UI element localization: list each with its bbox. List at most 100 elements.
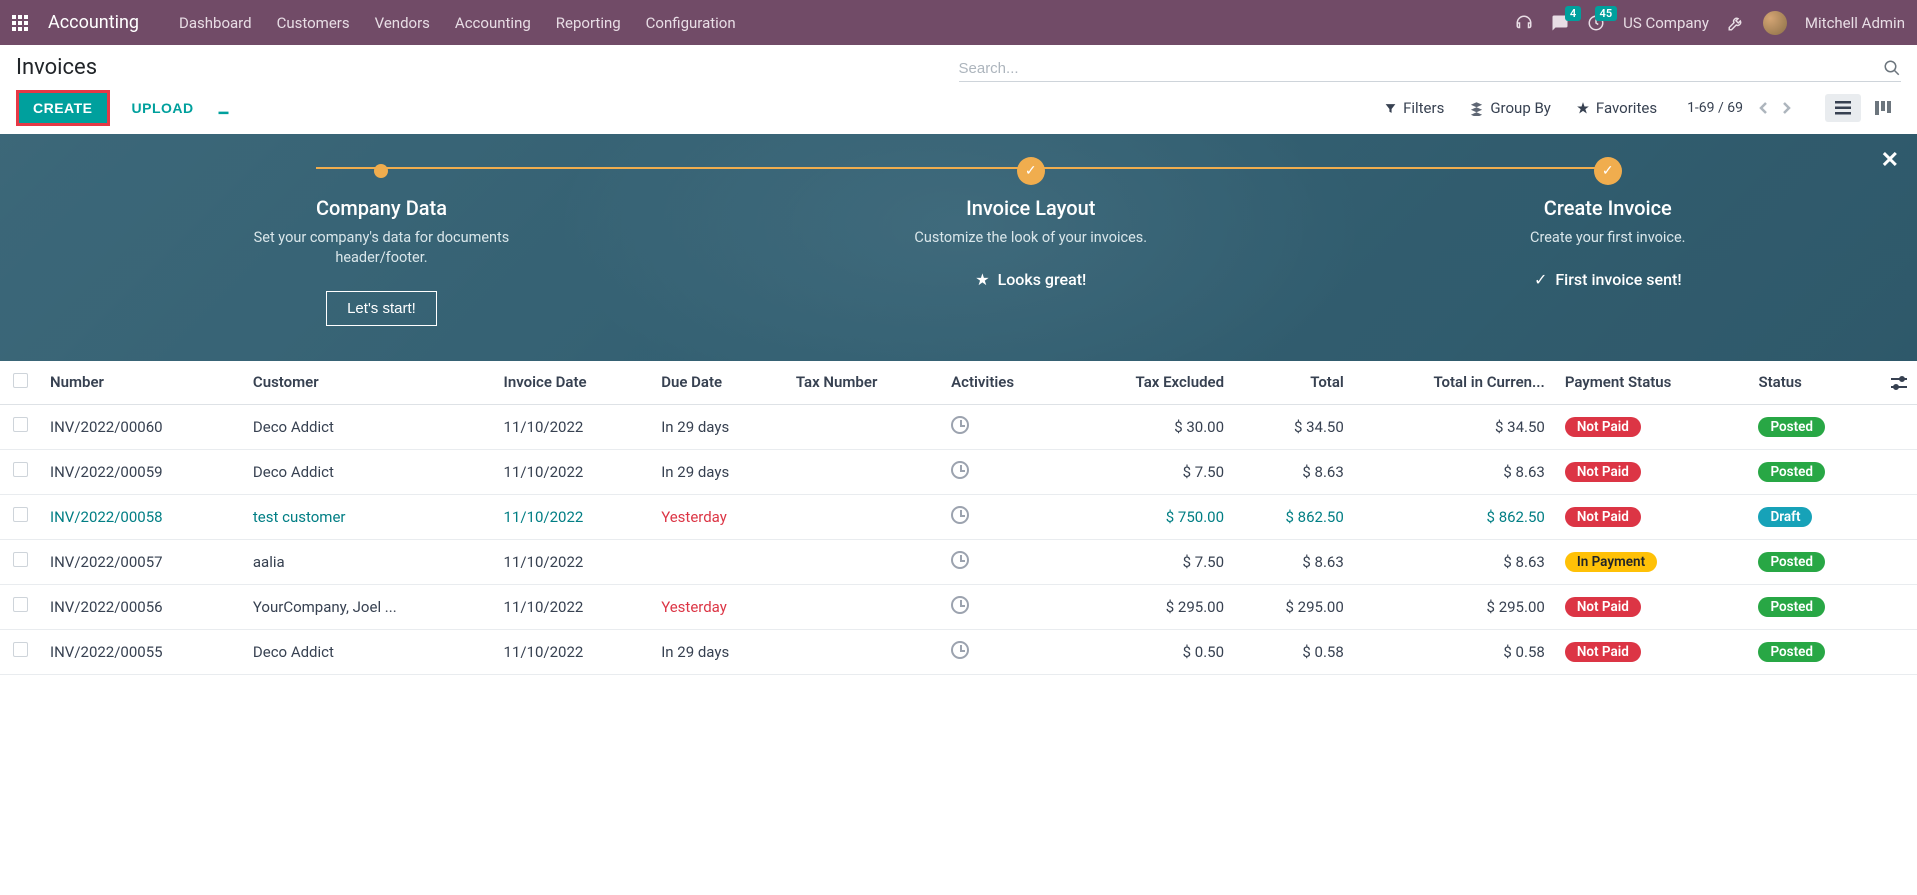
cell-payment-status[interactable]: Not Paid	[1555, 404, 1749, 449]
cell-tax-excluded[interactable]: $ 30.00	[1068, 404, 1234, 449]
cell-tax-number[interactable]	[786, 449, 941, 494]
th-number[interactable]: Number	[40, 361, 243, 405]
nav-reporting[interactable]: Reporting	[556, 14, 621, 32]
download-icon[interactable]	[216, 100, 231, 116]
cell-number[interactable]: INV/2022/00056	[40, 584, 243, 629]
activity-clock-icon[interactable]: 45	[1587, 14, 1605, 32]
cell-total[interactable]: $ 862.50	[1234, 494, 1354, 539]
cell-tax-excluded[interactable]: $ 0.50	[1068, 629, 1234, 674]
cell-tax-number[interactable]	[786, 584, 941, 629]
search-box[interactable]	[959, 55, 1902, 82]
th-customer[interactable]: Customer	[243, 361, 494, 405]
cell-activities[interactable]	[941, 494, 1068, 539]
close-icon[interactable]: ✕	[1881, 148, 1899, 173]
cell-total-currency[interactable]: $ 0.58	[1354, 629, 1555, 674]
row-checkbox[interactable]	[13, 462, 28, 477]
kanban-view-icon[interactable]	[1865, 94, 1901, 122]
create-button[interactable]: CREATE	[19, 93, 107, 123]
cell-due-date[interactable]: Yesterday	[651, 494, 786, 539]
headset-icon[interactable]	[1515, 14, 1533, 32]
cell-number[interactable]: INV/2022/00057	[40, 539, 243, 584]
search-icon[interactable]	[1883, 59, 1901, 77]
cell-invoice-date[interactable]: 11/10/2022	[494, 404, 652, 449]
cell-total[interactable]: $ 34.50	[1234, 404, 1354, 449]
cell-activities[interactable]	[941, 629, 1068, 674]
row-checkbox[interactable]	[13, 597, 28, 612]
cell-payment-status[interactable]: Not Paid	[1555, 584, 1749, 629]
cell-payment-status[interactable]: Not Paid	[1555, 449, 1749, 494]
clock-icon[interactable]	[951, 641, 969, 659]
clock-icon[interactable]	[951, 551, 969, 569]
cell-activities[interactable]	[941, 404, 1068, 449]
cell-number[interactable]: INV/2022/00060	[40, 404, 243, 449]
cell-tax-number[interactable]	[786, 539, 941, 584]
cell-total[interactable]: $ 8.63	[1234, 449, 1354, 494]
cell-customer[interactable]: Deco Addict	[243, 629, 494, 674]
wrench-icon[interactable]	[1727, 14, 1745, 32]
cell-invoice-date[interactable]: 11/10/2022	[494, 494, 652, 539]
row-checkbox[interactable]	[13, 507, 28, 522]
cell-status[interactable]: Draft	[1748, 494, 1881, 539]
upload-button[interactable]: UPLOAD	[122, 93, 204, 123]
cell-activities[interactable]	[941, 584, 1068, 629]
cell-tax-number[interactable]	[786, 629, 941, 674]
cell-tax-excluded[interactable]: $ 7.50	[1068, 449, 1234, 494]
table-row[interactable]: INV/2022/00059 Deco Addict 11/10/2022 In…	[0, 449, 1917, 494]
cell-customer[interactable]: test customer	[243, 494, 494, 539]
groupby-button[interactable]: Group By	[1469, 99, 1551, 117]
filters-button[interactable]: Filters	[1384, 99, 1444, 117]
lets-start-button[interactable]: Let's start!	[326, 291, 437, 326]
clock-icon[interactable]	[951, 461, 969, 479]
th-payment-status[interactable]: Payment Status	[1555, 361, 1749, 405]
company-selector[interactable]: US Company	[1623, 14, 1709, 32]
cell-total-currency[interactable]: $ 8.63	[1354, 539, 1555, 584]
clock-icon[interactable]	[951, 596, 969, 614]
sliders-icon[interactable]	[1891, 373, 1907, 391]
cell-activities[interactable]	[941, 539, 1068, 584]
cell-number[interactable]: INV/2022/00058	[40, 494, 243, 539]
cell-status[interactable]: Posted	[1748, 629, 1881, 674]
cell-total[interactable]: $ 8.63	[1234, 539, 1354, 584]
cell-customer[interactable]: Deco Addict	[243, 404, 494, 449]
cell-total-currency[interactable]: $ 34.50	[1354, 404, 1555, 449]
cell-tax-excluded[interactable]: $ 295.00	[1068, 584, 1234, 629]
cell-total[interactable]: $ 0.58	[1234, 629, 1354, 674]
clock-icon[interactable]	[951, 416, 969, 434]
table-row[interactable]: INV/2022/00058 test customer 11/10/2022 …	[0, 494, 1917, 539]
cell-invoice-date[interactable]: 11/10/2022	[494, 539, 652, 584]
cell-status[interactable]: Posted	[1748, 584, 1881, 629]
cell-tax-excluded[interactable]: $ 750.00	[1068, 494, 1234, 539]
cell-status[interactable]: Posted	[1748, 449, 1881, 494]
cell-tax-number[interactable]	[786, 404, 941, 449]
cell-tax-number[interactable]	[786, 494, 941, 539]
nav-accounting[interactable]: Accounting	[455, 14, 531, 32]
cell-due-date[interactable]: In 29 days	[651, 629, 786, 674]
cell-total[interactable]: $ 295.00	[1234, 584, 1354, 629]
nav-configuration[interactable]: Configuration	[646, 14, 736, 32]
th-due-date[interactable]: Due Date	[651, 361, 786, 405]
th-invoice-date[interactable]: Invoice Date	[494, 361, 652, 405]
cell-total-currency[interactable]: $ 295.00	[1354, 584, 1555, 629]
apps-icon[interactable]	[12, 15, 28, 31]
cell-customer[interactable]: YourCompany, Joel ...	[243, 584, 494, 629]
favorites-button[interactable]: Favorites	[1576, 99, 1657, 117]
row-checkbox[interactable]	[13, 552, 28, 567]
cell-due-date[interactable]: In 29 days	[651, 404, 786, 449]
cell-due-date[interactable]: Yesterday	[651, 584, 786, 629]
cell-total-currency[interactable]: $ 8.63	[1354, 449, 1555, 494]
pager-prev-icon[interactable]	[1755, 96, 1773, 120]
avatar[interactable]	[1763, 11, 1787, 35]
cell-number[interactable]: INV/2022/00059	[40, 449, 243, 494]
select-all-checkbox[interactable]	[13, 373, 28, 388]
cell-invoice-date[interactable]: 11/10/2022	[494, 449, 652, 494]
th-activities[interactable]: Activities	[941, 361, 1068, 405]
list-view-icon[interactable]	[1825, 94, 1861, 122]
cell-payment-status[interactable]: In Payment	[1555, 539, 1749, 584]
cell-customer[interactable]: Deco Addict	[243, 449, 494, 494]
table-row[interactable]: INV/2022/00055 Deco Addict 11/10/2022 In…	[0, 629, 1917, 674]
cell-payment-status[interactable]: Not Paid	[1555, 494, 1749, 539]
cell-payment-status[interactable]: Not Paid	[1555, 629, 1749, 674]
cell-invoice-date[interactable]: 11/10/2022	[494, 584, 652, 629]
table-row[interactable]: INV/2022/00056 YourCompany, Joel ... 11/…	[0, 584, 1917, 629]
cell-number[interactable]: INV/2022/00055	[40, 629, 243, 674]
